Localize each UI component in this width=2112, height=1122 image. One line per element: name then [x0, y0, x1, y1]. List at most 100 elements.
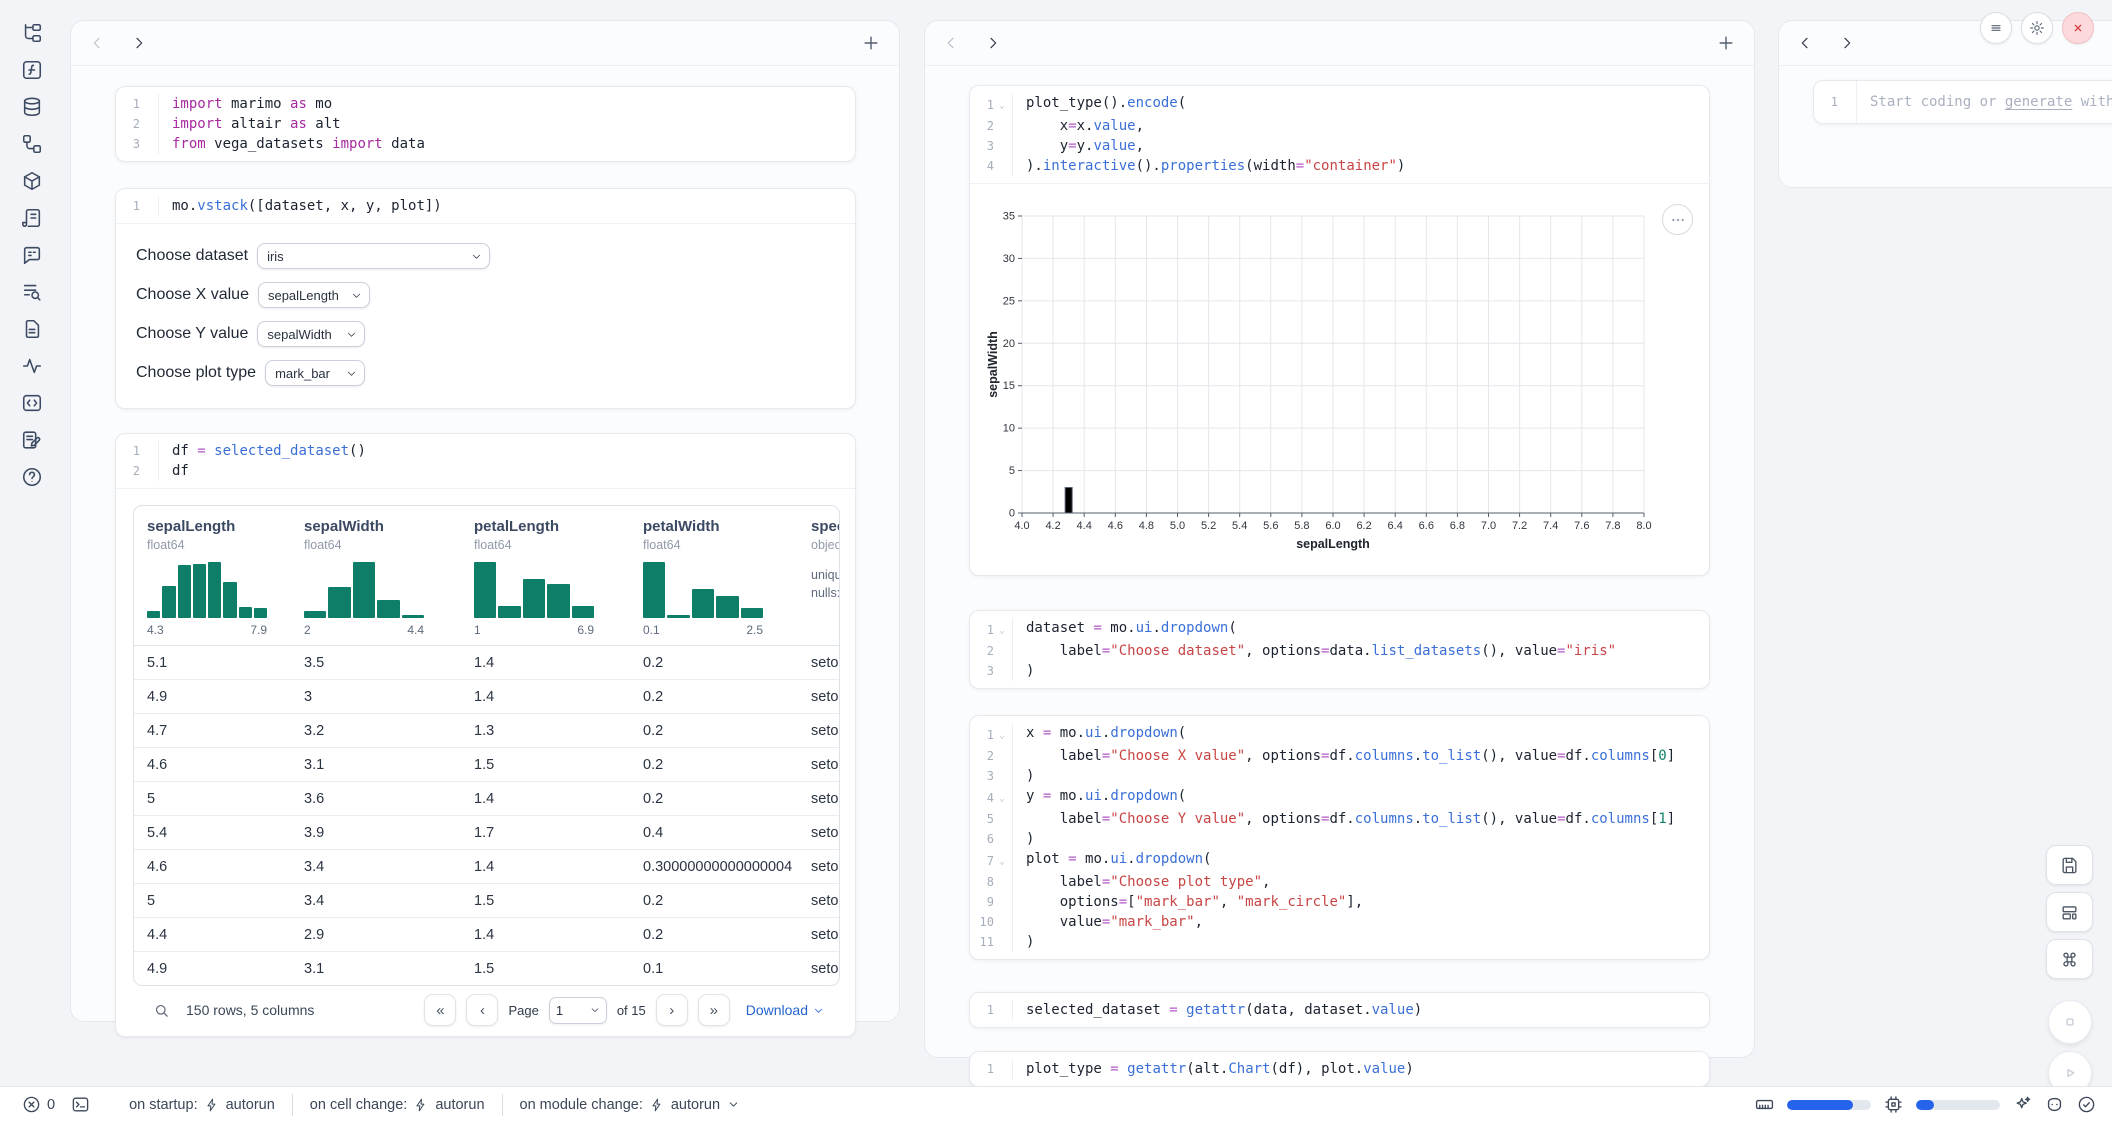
table-cell: 0.2	[630, 689, 798, 705]
save-button[interactable]	[2046, 845, 2093, 885]
choose-plot-type-dropdown[interactable]: mark_bar	[265, 360, 365, 386]
connected-check-icon[interactable]	[2077, 1095, 2096, 1114]
search-icon[interactable]	[153, 1002, 170, 1019]
download-button[interactable]: Download	[746, 1002, 824, 1018]
table-cell: 3	[291, 689, 461, 705]
error-circle-icon	[22, 1095, 41, 1114]
choose-y-value-dropdown[interactable]: sepalWidth	[257, 321, 365, 347]
svg-text:7.8: 7.8	[1605, 520, 1620, 532]
column-header-speci[interactable]: speciobjecuniqunulls:	[798, 506, 840, 645]
table-cell: 3.4	[291, 893, 461, 909]
on-module-change-setting[interactable]: on module change: autorun	[502, 1094, 758, 1116]
database-icon[interactable]	[21, 96, 43, 118]
svg-text:6.6: 6.6	[1419, 520, 1434, 532]
terminal-icon[interactable]	[71, 1095, 90, 1114]
fold-chevron-icon[interactable]: ⌄	[994, 723, 1010, 746]
chat-icon[interactable]	[21, 244, 43, 266]
dropdown-label: Choose dataset	[136, 247, 248, 265]
chart-menu-button[interactable]	[1662, 204, 1693, 235]
line-gutter: 1	[970, 1059, 1013, 1079]
code-editor[interactable]: 1plot_type = getattr(alt.Chart(df), plot…	[970, 1052, 1709, 1086]
notebook-cell[interactable]: 1⌄plot_type().encode(2 x=x.value,3 y=y.v…	[969, 85, 1710, 576]
choose-dataset-dropdown[interactable]: iris	[257, 243, 490, 269]
table-cell: 1.4	[461, 927, 630, 943]
scroll-right-button[interactable]	[131, 35, 147, 51]
keyboard-shortcuts-button[interactable]	[2046, 939, 2093, 979]
choose-x-value-dropdown[interactable]: sepalLength	[258, 282, 370, 308]
line-gutter: 4⌄	[970, 786, 1013, 809]
fold-chevron-icon[interactable]: ⌄	[994, 786, 1010, 809]
line-gutter: 5	[970, 809, 1013, 829]
help-icon[interactable]	[21, 466, 43, 488]
file-tree-icon[interactable]	[21, 22, 43, 44]
code-line: 4⌄y = mo.ui.dropdown(	[970, 786, 1709, 809]
scroll-icon[interactable]	[21, 207, 43, 229]
notebook-cell[interactable]: 1⌄dataset = mo.ui.dropdown(2 label="Choo…	[969, 610, 1710, 689]
marimo-notebook-app: 1import marimo as mo2import altair as al…	[0, 0, 2112, 1122]
layout-button[interactable]	[2046, 892, 2093, 932]
close-button[interactable]	[2062, 12, 2094, 44]
previous-page-button[interactable]: ‹	[466, 994, 498, 1026]
column-header-petalwidth[interactable]: petalWidthfloat640.12.5	[630, 506, 798, 645]
copilot-icon[interactable]	[2045, 1095, 2064, 1114]
code-editor[interactable]: 1⌄plot_type().encode(2 x=x.value,3 y=y.v…	[970, 86, 1709, 183]
notebook-cell[interactable]: 1⌄x = mo.ui.dropdown(2 label="Choose X v…	[969, 715, 1710, 960]
scroll-right-button[interactable]	[985, 35, 1001, 51]
code-editor[interactable]: 1df = selected_dataset()2df	[116, 434, 855, 488]
function-square-icon[interactable]	[21, 59, 43, 81]
column-header-petallength[interactable]: petalLengthfloat6416.9	[461, 506, 630, 645]
fold-chevron-icon[interactable]: ⌄	[994, 93, 1010, 116]
add-cell-button[interactable]	[861, 33, 881, 53]
fold-chevron-icon[interactable]: ⌄	[994, 618, 1010, 641]
last-page-button[interactable]: »	[698, 994, 730, 1026]
first-page-button[interactable]: «	[424, 994, 456, 1026]
generate-ai-link[interactable]: generate	[2005, 94, 2072, 110]
scroll-left-button[interactable]	[943, 35, 959, 51]
notebook-cell[interactable]: 1df = selected_dataset()2df sepalLengthfl…	[115, 433, 856, 1037]
altair-bar-chart[interactable]: 4.04.24.44.64.85.05.25.45.65.86.06.26.46…	[986, 202, 1693, 559]
scratchpad-icon[interactable]	[21, 429, 43, 451]
code-line: 1plot_type = getattr(alt.Chart(df), plot…	[970, 1059, 1709, 1079]
table-cell: setos	[798, 791, 840, 807]
scroll-left-button[interactable]	[89, 35, 105, 51]
table-cell: 1.5	[461, 961, 630, 977]
code-block-icon[interactable]	[21, 392, 43, 414]
table-cell: 0.30000000000000004	[630, 859, 798, 875]
stop-button[interactable]	[2048, 1000, 2092, 1044]
column-header-sepalwidth[interactable]: sepalWidthfloat6424.4	[291, 506, 461, 645]
notebook-cell[interactable]: 1mo.vstack([dataset, x, y, plot]) Choose …	[115, 188, 856, 409]
empty-code-cell[interactable]: 1 Start coding or generate with	[1813, 80, 2112, 124]
settings-gear-button[interactable]	[2021, 12, 2053, 44]
errors-badge[interactable]: 0	[22, 1095, 55, 1114]
table-cell: 0.2	[630, 893, 798, 909]
scroll-left-button[interactable]	[1797, 35, 1813, 51]
column-header-sepallength[interactable]: sepalLengthfloat644.37.9	[134, 506, 291, 645]
code-editor[interactable]: 1⌄x = mo.ui.dropdown(2 label="Choose X v…	[970, 716, 1709, 959]
notebook-cell[interactable]: 1plot_type = getattr(alt.Chart(df), plot…	[969, 1051, 1710, 1087]
on-cell-change-setting[interactable]: on cell change: autorun	[292, 1094, 502, 1116]
ai-sparkles-icon[interactable]	[2013, 1095, 2032, 1114]
activity-icon[interactable]	[21, 355, 43, 377]
code-editor[interactable]: 1⌄dataset = mo.ui.dropdown(2 label="Choo…	[970, 611, 1709, 688]
on-startup-setting[interactable]: on startup: autorun	[112, 1094, 292, 1116]
code-editor[interactable]: 1mo.vstack([dataset, x, y, plot])	[116, 189, 855, 223]
notebook-cell[interactable]: 1import marimo as mo2import altair as al…	[115, 86, 856, 162]
dependency-graph-icon[interactable]	[21, 133, 43, 155]
page-select[interactable]: 1	[549, 997, 607, 1024]
notebook-cell[interactable]: 1selected_dataset = getattr(data, datase…	[969, 992, 1710, 1028]
code-editor[interactable]: 1import marimo as mo2import altair as al…	[116, 87, 855, 161]
package-icon[interactable]	[21, 170, 43, 192]
add-cell-button[interactable]	[1716, 33, 1736, 53]
table-cell: 4.4	[134, 927, 291, 943]
histogram	[147, 562, 267, 618]
log-search-icon[interactable]	[21, 281, 43, 303]
document-icon[interactable]	[21, 318, 43, 340]
code-editor[interactable]: 1selected_dataset = getattr(data, datase…	[970, 993, 1709, 1027]
next-page-button[interactable]: ›	[656, 994, 688, 1026]
table-cell: 0.2	[630, 757, 798, 773]
code-placeholder[interactable]: Start coding or generate with	[1857, 94, 2112, 110]
table-cell: 3.1	[291, 757, 461, 773]
scroll-right-button[interactable]	[1839, 35, 1855, 51]
fold-chevron-icon[interactable]: ⌄	[994, 849, 1010, 872]
menu-button[interactable]	[1980, 12, 2012, 44]
